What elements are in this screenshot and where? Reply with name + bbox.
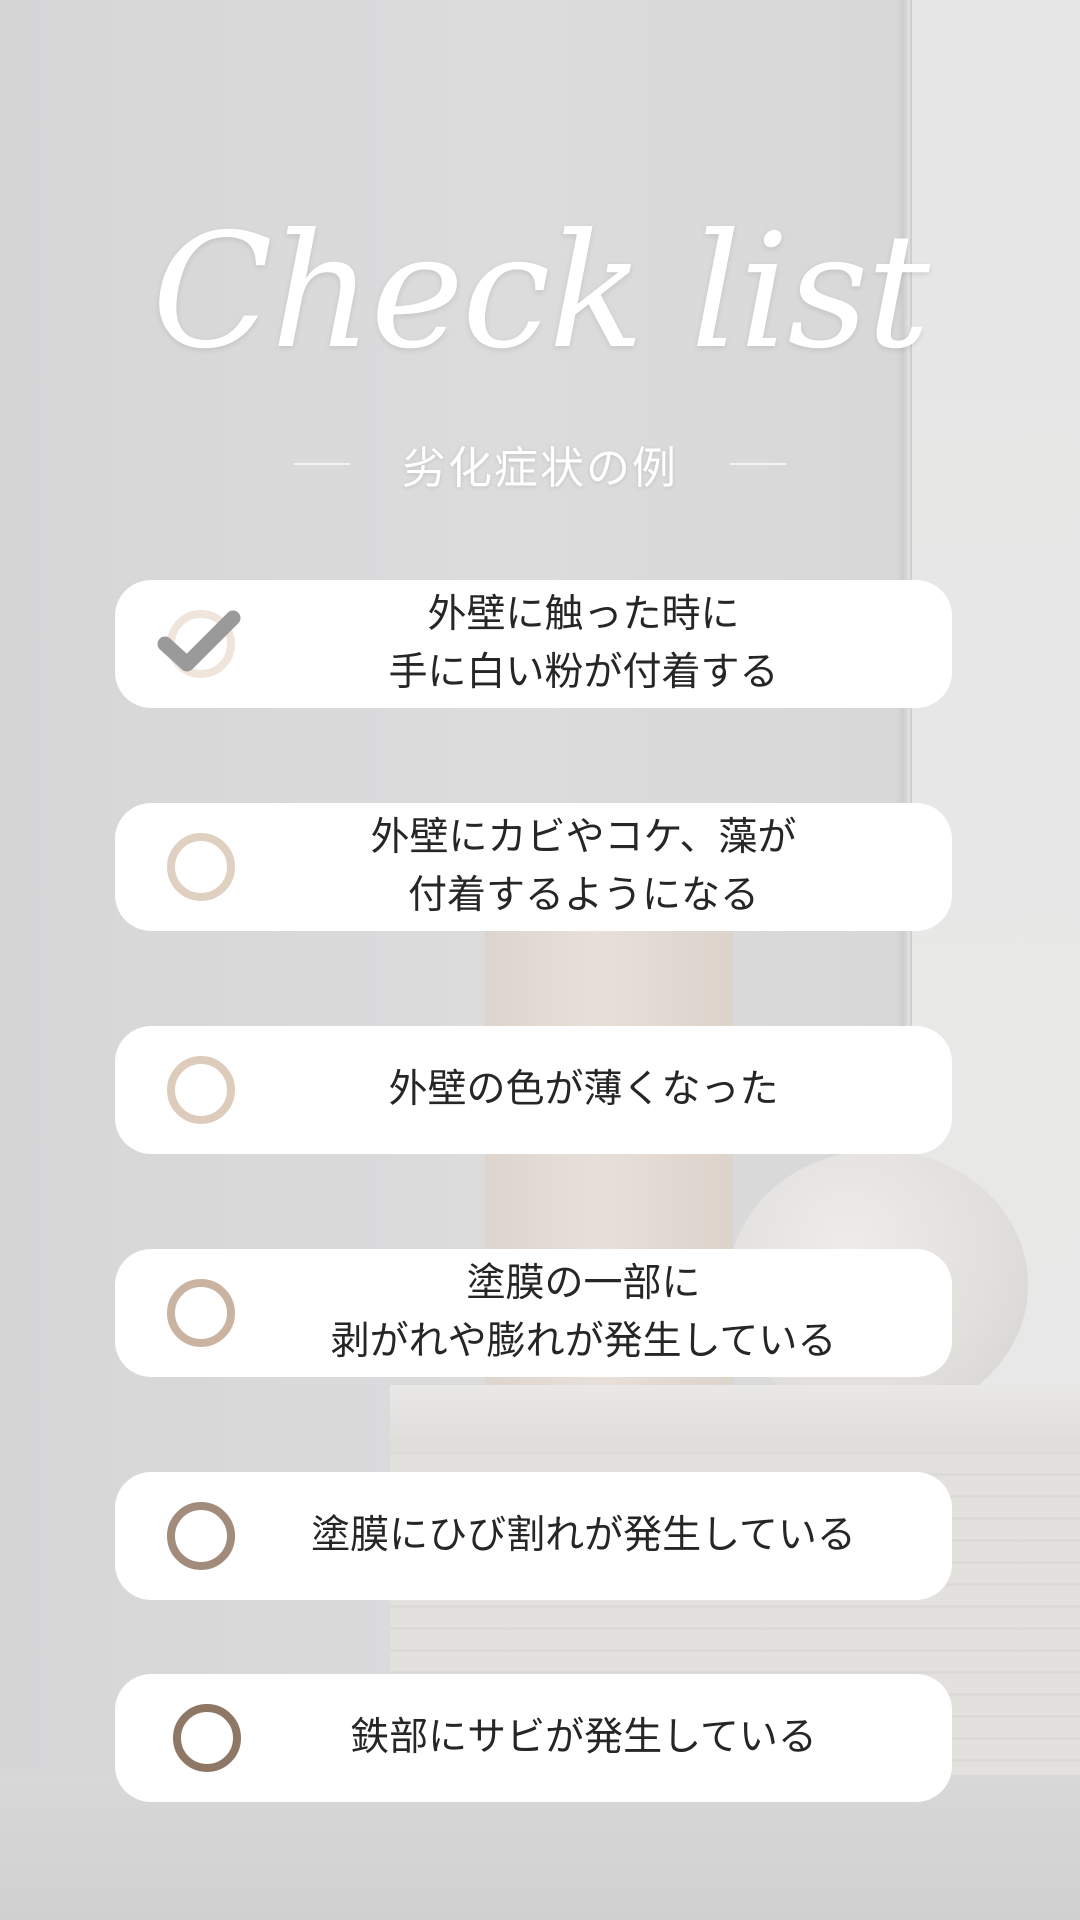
checklist-item-label: 外壁に触った時に 手に白い粉が付着する (245, 580, 922, 708)
circle-icon[interactable] (173, 1704, 241, 1772)
label-line: 外壁にカビやコケ、藻が (370, 815, 797, 860)
checklist-item-6[interactable]: 鉄部にサビが発生している (115, 1674, 952, 1802)
circle-icon[interactable] (167, 833, 235, 901)
label-line: 付着するようになる (407, 873, 759, 918)
checklist-item-1[interactable]: 外壁に触った時に 手に白い粉が付着する (115, 580, 952, 708)
circle-icon[interactable] (167, 1502, 235, 1570)
check-icon (157, 610, 241, 672)
checklist-item-label: 塗膜にひび割れが発生している (245, 1472, 922, 1600)
checklist-item-2[interactable]: 外壁にカビやコケ、藻が 付着するようになる (115, 803, 952, 931)
label-line: 外壁の色が薄くなった (388, 1067, 779, 1112)
checklist-item-3[interactable]: 外壁の色が薄くなった (115, 1026, 952, 1154)
checklist-item-5[interactable]: 塗膜にひび割れが発生している (115, 1472, 952, 1600)
label-line: 手に白い粉が付着する (388, 650, 779, 695)
label-line: 塗膜の一部に (466, 1261, 701, 1306)
checklist-item-label: 外壁にカビやコケ、藻が 付着するようになる (245, 803, 922, 931)
label-line: 剥がれや膨れが発生している (330, 1319, 837, 1364)
subtitle-rule-right (730, 463, 786, 465)
checklist-item-label: 鉄部にサビが発生している (245, 1674, 922, 1802)
checklist-item-label: 外壁の色が薄くなった (245, 1026, 922, 1154)
subtitle-row: 劣化症状の例 (0, 432, 1080, 496)
subtitle-rule-left (294, 463, 350, 465)
label-line: 塗膜にひび割れが発生している (311, 1513, 856, 1558)
checklist-item-label: 塗膜の一部に 剥がれや膨れが発生している (245, 1249, 922, 1377)
subtitle: 劣化症状の例 (402, 443, 678, 494)
page-title: Check list (151, 200, 930, 384)
table-top (390, 1385, 1080, 1455)
circle-icon[interactable] (167, 1279, 235, 1347)
label-line: 外壁に触った時に (427, 592, 740, 637)
label-line: 鉄部にサビが発生している (350, 1715, 817, 1760)
checklist-item-4[interactable]: 塗膜の一部に 剥がれや膨れが発生している (115, 1249, 952, 1377)
circle-icon[interactable] (167, 1056, 235, 1124)
